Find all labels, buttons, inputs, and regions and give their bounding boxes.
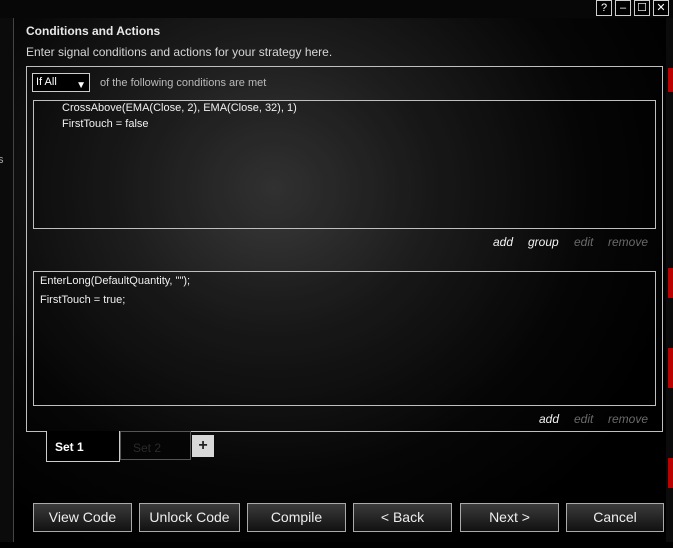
page-subtitle: Enter signal conditions and actions for … xyxy=(26,45,333,59)
background-text: s xyxy=(0,154,4,166)
action-line[interactable]: EnterLong(DefaultQuantity, ""); xyxy=(40,275,190,287)
tab-set-1[interactable]: Set 1 xyxy=(46,431,120,462)
background-window-bottom xyxy=(0,542,673,548)
condition-mode-select[interactable]: If All ▼ xyxy=(32,73,90,92)
action-remove-link[interactable]: remove xyxy=(608,412,648,426)
back-button[interactable]: < Back xyxy=(353,503,452,532)
help-button[interactable]: ? xyxy=(596,0,612,16)
condition-mode-label: of the following conditions are met xyxy=(100,77,267,89)
condition-mode-value: If All xyxy=(36,76,57,88)
compile-button[interactable]: Compile xyxy=(247,503,346,532)
close-button[interactable]: ✕ xyxy=(653,0,669,16)
condition-add-link[interactable]: add xyxy=(493,235,513,249)
action-add-link[interactable]: add xyxy=(539,412,559,426)
add-set-button[interactable]: + xyxy=(192,435,214,457)
condition-group-link[interactable]: group xyxy=(528,235,559,249)
background-marker xyxy=(668,268,673,298)
maximize-button[interactable]: ☐ xyxy=(634,0,650,16)
condition-line[interactable]: CrossAbove(EMA(Close, 2), EMA(Close, 32)… xyxy=(62,102,297,114)
action-edit-link[interactable]: edit xyxy=(574,412,593,426)
conditions-box[interactable]: CrossAbove(EMA(Close, 2), EMA(Close, 32)… xyxy=(33,100,656,229)
action-line[interactable]: FirstTouch = true; xyxy=(40,294,125,306)
cancel-button[interactable]: Cancel xyxy=(566,503,664,532)
next-button[interactable]: Next > xyxy=(460,503,559,532)
background-window-right xyxy=(665,18,673,548)
tab-set-2[interactable]: Set 2 xyxy=(120,431,191,460)
background-marker xyxy=(668,348,673,388)
title-bar: ? – ☐ ✕ xyxy=(0,0,673,18)
page-title: Conditions and Actions xyxy=(26,24,161,38)
view-code-button[interactable]: View Code xyxy=(33,503,132,532)
background-marker xyxy=(668,458,673,488)
minimize-button[interactable]: – xyxy=(615,0,631,16)
condition-line[interactable]: FirstTouch = false xyxy=(62,118,149,130)
condition-edit-link[interactable]: edit xyxy=(574,235,593,249)
set-panel: If All ▼ of the following conditions are… xyxy=(26,66,663,432)
actions-box[interactable]: EnterLong(DefaultQuantity, ""); FirstTou… xyxy=(33,271,656,406)
condition-remove-link[interactable]: remove xyxy=(608,235,648,249)
chevron-down-icon: ▼ xyxy=(76,80,86,91)
unlock-code-button[interactable]: Unlock Code xyxy=(139,503,240,532)
background-window-left: s xyxy=(0,18,14,548)
background-marker xyxy=(668,68,673,92)
conditions-actions-dialog: Conditions and Actions Enter signal cond… xyxy=(14,18,666,542)
